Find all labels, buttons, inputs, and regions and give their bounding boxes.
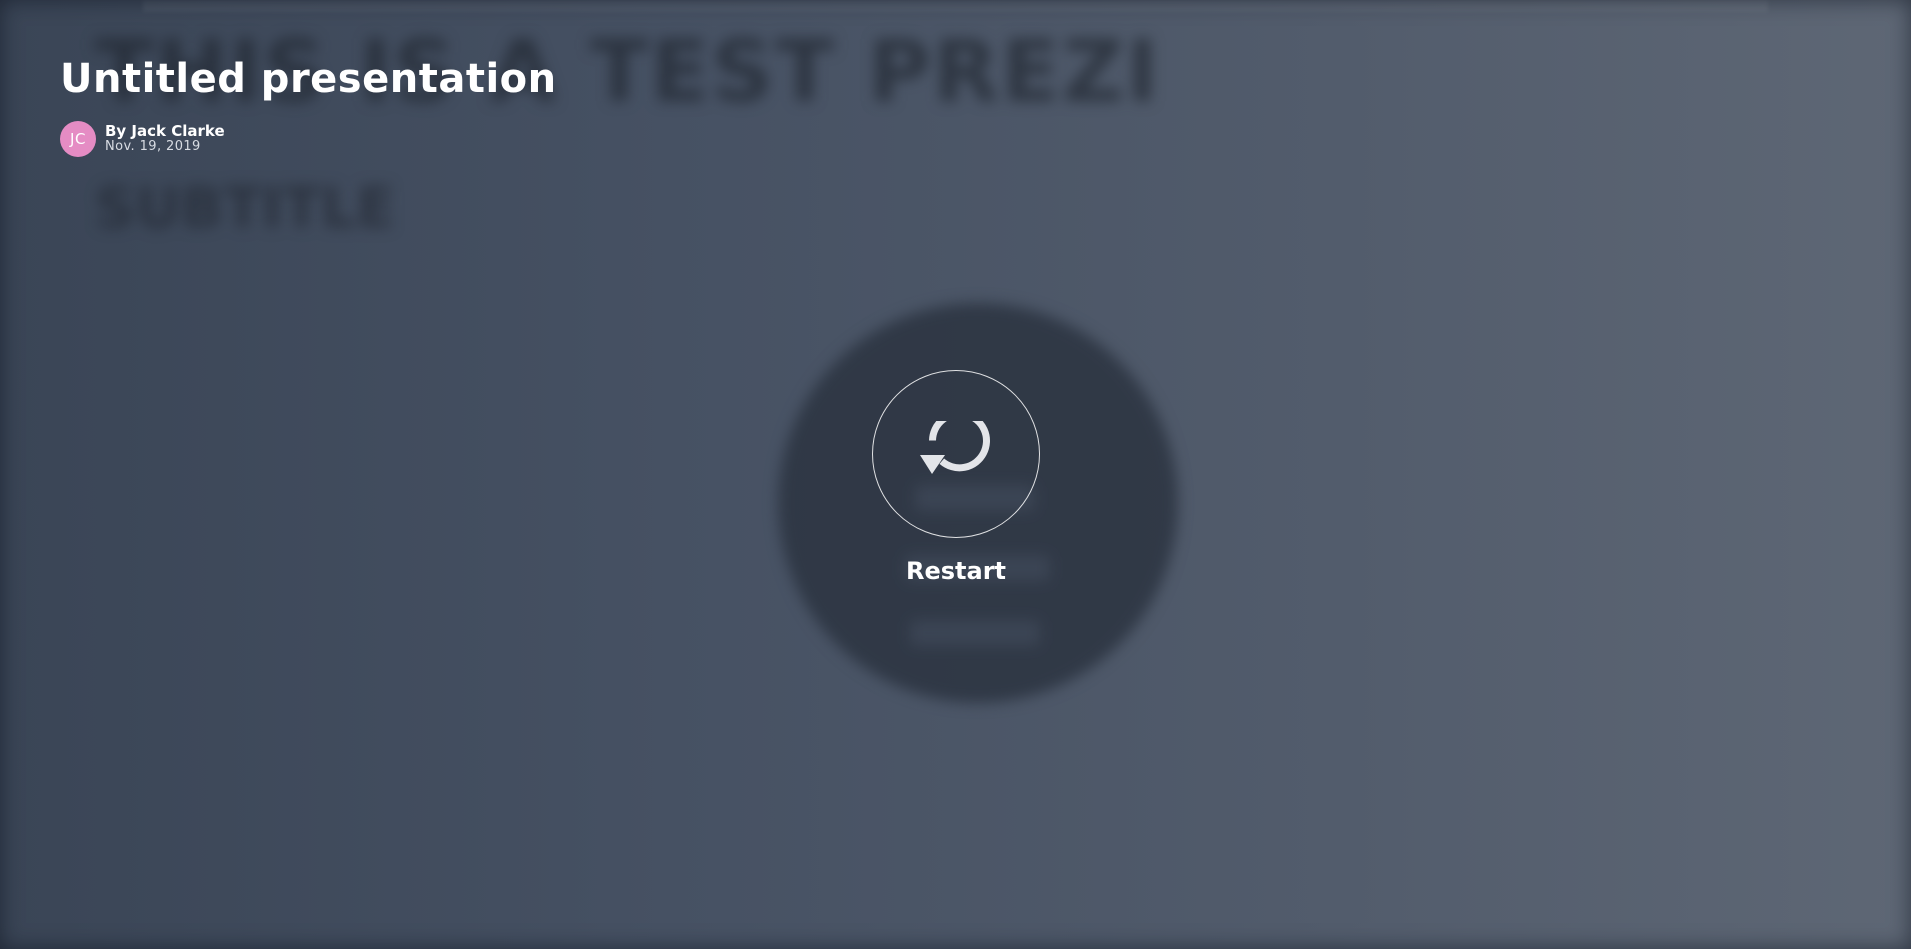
presentation-title: Untitled presentation (60, 56, 557, 102)
presentation-date: Nov. 19, 2019 (105, 139, 201, 155)
presentation-header: Untitled presentation JC By Jack Clarke … (60, 56, 557, 157)
top-edge-strip (143, 0, 1768, 12)
restart-ring[interactable] (872, 370, 1040, 538)
author-row: JC By Jack Clarke Nov. 19, 2019 (60, 121, 557, 157)
restart-label[interactable]: Restart (872, 557, 1040, 585)
avatar[interactable]: JC (60, 121, 96, 157)
slide-subtitle-blurred: SUBTITLE (95, 176, 395, 241)
author-name: By Jack Clarke (105, 121, 225, 140)
restart-button[interactable]: Restart (872, 370, 1040, 585)
restart-icon (920, 421, 990, 474)
slide-text-line-blurred (910, 620, 1040, 646)
author-meta: By Jack Clarke Nov. 19, 2019 (105, 121, 225, 155)
